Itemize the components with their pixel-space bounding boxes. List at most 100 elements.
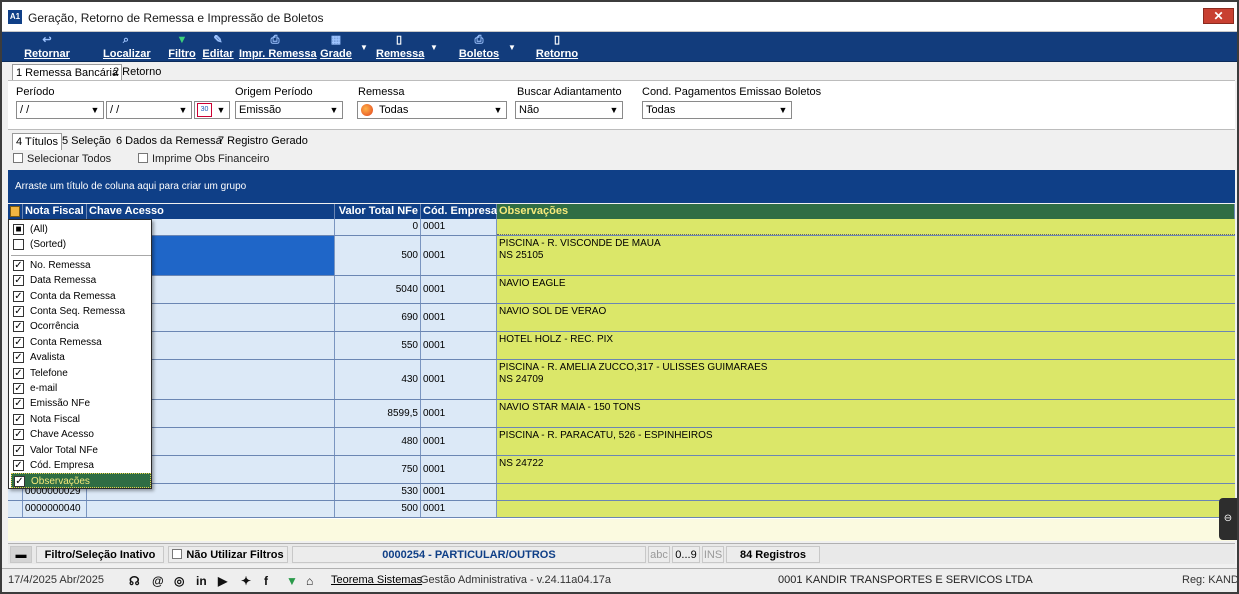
nao-utilizar-filtros-checkbox[interactable]: Não Utilizar Filtros xyxy=(168,546,288,563)
date-from-field[interactable]: / / ▼ xyxy=(16,101,104,119)
remessa-button[interactable]: ▯ Remessa xyxy=(376,32,424,62)
column-option[interactable]: ✓ Cód. Empresa xyxy=(11,458,151,473)
column-option[interactable]: ✓ Data Remessa xyxy=(11,273,151,288)
header-chave-acesso[interactable]: Chave Acesso xyxy=(87,204,335,219)
graduation-cap-icon[interactable]: ⌂ xyxy=(306,574,313,588)
table-row[interactable]: 5040 0001 NAVIO EAGLE xyxy=(8,276,1235,304)
cell-observacoes[interactable]: NAVIO STAR MAIA - 150 TONS xyxy=(497,400,1235,427)
column-option[interactable]: ✓ Ocorrência xyxy=(11,319,151,334)
linkedin-icon[interactable]: in xyxy=(196,574,207,588)
tab-registro-gerado[interactable]: 7 Registro Gerado xyxy=(215,133,311,150)
column-option[interactable]: ✓ Conta da Remessa xyxy=(11,289,151,304)
cell-nota-fiscal[interactable]: 0000000040 xyxy=(23,501,87,517)
cell-valor-total[interactable]: 430 xyxy=(335,360,421,399)
tab-selecao[interactable]: 5 Seleção xyxy=(59,133,114,150)
cell-valor-total[interactable]: 500 xyxy=(335,501,421,517)
retornar-button[interactable]: ↩ Retornar xyxy=(24,32,70,62)
cell-cod-empresa[interactable]: 0001 xyxy=(421,332,497,359)
instagram-icon[interactable]: ◎ xyxy=(174,574,184,588)
remessa-dropdown-arrow[interactable]: ▼ xyxy=(429,32,439,62)
cell-observacoes[interactable] xyxy=(497,219,1235,235)
twitter-icon[interactable]: ✦ xyxy=(241,574,251,588)
impr-remessa-button[interactable]: ⎙ Impr. Remessa xyxy=(239,32,317,62)
cell-observacoes[interactable]: PISCINA - R. PARACATU, 526 - ESPINHEIROS xyxy=(497,428,1235,455)
cell-valor-total[interactable]: 750 xyxy=(335,456,421,483)
table-row[interactable]: 0000000029 530 0001 xyxy=(8,484,1235,501)
column-option[interactable]: ■ (All) xyxy=(11,222,151,237)
table-row[interactable]: 480 0001 PISCINA - R. PARACATU, 526 - ESPI… xyxy=(8,428,1235,456)
cell-observacoes[interactable]: NAVIO EAGLE xyxy=(497,276,1235,303)
column-option[interactable]: ✓ Conta Seq. Remessa xyxy=(11,304,151,319)
column-option[interactable]: ✓ Valor Total NFe xyxy=(11,443,151,458)
cell-valor-total[interactable]: 8599,5 xyxy=(335,400,421,427)
select-all-checkbox[interactable]: Selecionar Todos xyxy=(13,153,111,165)
cell-chave-acesso[interactable] xyxy=(87,501,335,517)
cell-observacoes[interactable] xyxy=(497,484,1235,500)
column-option[interactable]: (Sorted) xyxy=(11,237,151,252)
column-option[interactable]: ✓ e-mail xyxy=(11,381,151,396)
filtro-button[interactable]: ▼ Filtro xyxy=(168,32,196,62)
cell-cod-empresa[interactable]: 0001 xyxy=(421,360,497,399)
cell-cod-empresa[interactable]: 0001 xyxy=(421,219,497,235)
grade-button[interactable]: ▦ Grade xyxy=(319,32,353,62)
cell-valor-total[interactable]: 530 xyxy=(335,484,421,500)
header-observacoes[interactable]: Observações xyxy=(497,204,1235,219)
cell-cod-empresa[interactable]: 0001 xyxy=(421,456,497,483)
header-valor-total[interactable]: Valor Total NFe xyxy=(335,204,421,219)
boletos-button[interactable]: ⎙ Boletos xyxy=(458,32,500,62)
close-button[interactable]: ✕ xyxy=(1203,8,1234,24)
cell-observacoes[interactable]: NAVIO SOL DE VERAO xyxy=(497,304,1235,331)
row-indicator[interactable] xyxy=(8,501,23,517)
cond-pagamentos-select[interactable]: Todas ▼ xyxy=(642,101,792,119)
status-menu-button[interactable]: ▬ xyxy=(10,546,32,563)
header-cod-empresa[interactable]: Cód. Empresa xyxy=(421,204,497,219)
cell-observacoes[interactable]: PISCINA - R. AMELIA ZUCCO,317 - ULISSES … xyxy=(497,360,1235,399)
remessa-select[interactable]: Todas ▼ xyxy=(357,101,507,119)
date-to-field[interactable]: / / ▼ xyxy=(106,101,192,119)
column-option[interactable]: ✓ No. Remessa xyxy=(11,258,151,273)
table-row[interactable]: 0 0001 xyxy=(8,219,1235,236)
table-row[interactable]: 0000000040 500 0001 xyxy=(8,501,1235,518)
cell-observacoes[interactable] xyxy=(497,501,1235,517)
cell-observacoes[interactable]: PISCINA - R. VISCONDE DE MAUA NS 25105 xyxy=(497,236,1235,275)
adiantamento-select[interactable]: Não ▼ xyxy=(515,101,623,119)
cell-valor-total[interactable]: 550 xyxy=(335,332,421,359)
side-panel-toggle[interactable]: ⊖ xyxy=(1219,498,1237,540)
table-row[interactable]: 8599,5 0001 NAVIO STAR MAIA - 150 TONS xyxy=(8,400,1235,428)
cell-valor-total[interactable]: 480 xyxy=(335,428,421,455)
tab-retorno[interactable]: 2 Retorno xyxy=(110,64,164,81)
localizar-button[interactable]: ⌕ Localizar xyxy=(103,32,151,62)
facebook-icon[interactable]: f xyxy=(264,574,268,588)
cell-observacoes[interactable]: NS 24722 xyxy=(497,456,1235,483)
cell-cod-empresa[interactable]: 0001 xyxy=(421,236,497,275)
tab-remessa-bancaria[interactable]: 1 Remessa Bancária xyxy=(12,64,123,81)
teorema-link[interactable]: Teorema Sistemas xyxy=(331,573,422,588)
headset-icon[interactable]: ☊ xyxy=(129,574,140,588)
group-by-panel[interactable]: Arraste um título de coluna aqui para cr… xyxy=(8,170,1235,203)
column-option[interactable]: ✓ Nota Fiscal xyxy=(11,412,151,427)
print-obs-checkbox[interactable]: Imprime Obs Financeiro xyxy=(138,153,269,165)
cell-valor-total[interactable]: 5040 xyxy=(335,276,421,303)
column-option[interactable]: ✓ Emissão NFe xyxy=(11,396,151,411)
cell-cod-empresa[interactable]: 0001 xyxy=(421,400,497,427)
table-row[interactable]: 690 0001 NAVIO SOL DE VERAO xyxy=(8,304,1235,332)
tab-dados-remessa[interactable]: 6 Dados da Remessa xyxy=(113,133,225,150)
column-option[interactable]: ✓ Conta Remessa xyxy=(11,335,151,350)
column-option[interactable]: ✓ Telefone xyxy=(11,366,151,381)
email-icon[interactable]: @ xyxy=(152,574,164,588)
origem-select[interactable]: Emissão ▼ xyxy=(235,101,343,119)
cell-cod-empresa[interactable]: 0001 xyxy=(421,428,497,455)
column-option[interactable]: ✓ Avalista xyxy=(11,350,151,365)
cell-valor-total[interactable]: 500 xyxy=(335,236,421,275)
cell-valor-total[interactable]: 0 xyxy=(335,219,421,235)
column-chooser-button[interactable] xyxy=(8,204,23,219)
table-row[interactable]: 550 0001 HOTEL HOLZ - REC. PIX xyxy=(8,332,1235,360)
cell-observacoes[interactable]: HOTEL HOLZ - REC. PIX xyxy=(497,332,1235,359)
table-row[interactable]: 750 0001 NS 24722 xyxy=(8,456,1235,484)
table-row[interactable]: 430 0001 PISCINA - R. AMELIA ZUCCO,317 - U… xyxy=(8,360,1235,400)
column-option[interactable]: ✓ Observações xyxy=(11,473,151,489)
boletos-dropdown-arrow[interactable]: ▼ xyxy=(507,32,517,62)
cell-valor-total[interactable]: 690 xyxy=(335,304,421,331)
cell-cod-empresa[interactable]: 0001 xyxy=(421,501,497,517)
column-option[interactable]: ✓ Chave Acesso xyxy=(11,427,151,442)
